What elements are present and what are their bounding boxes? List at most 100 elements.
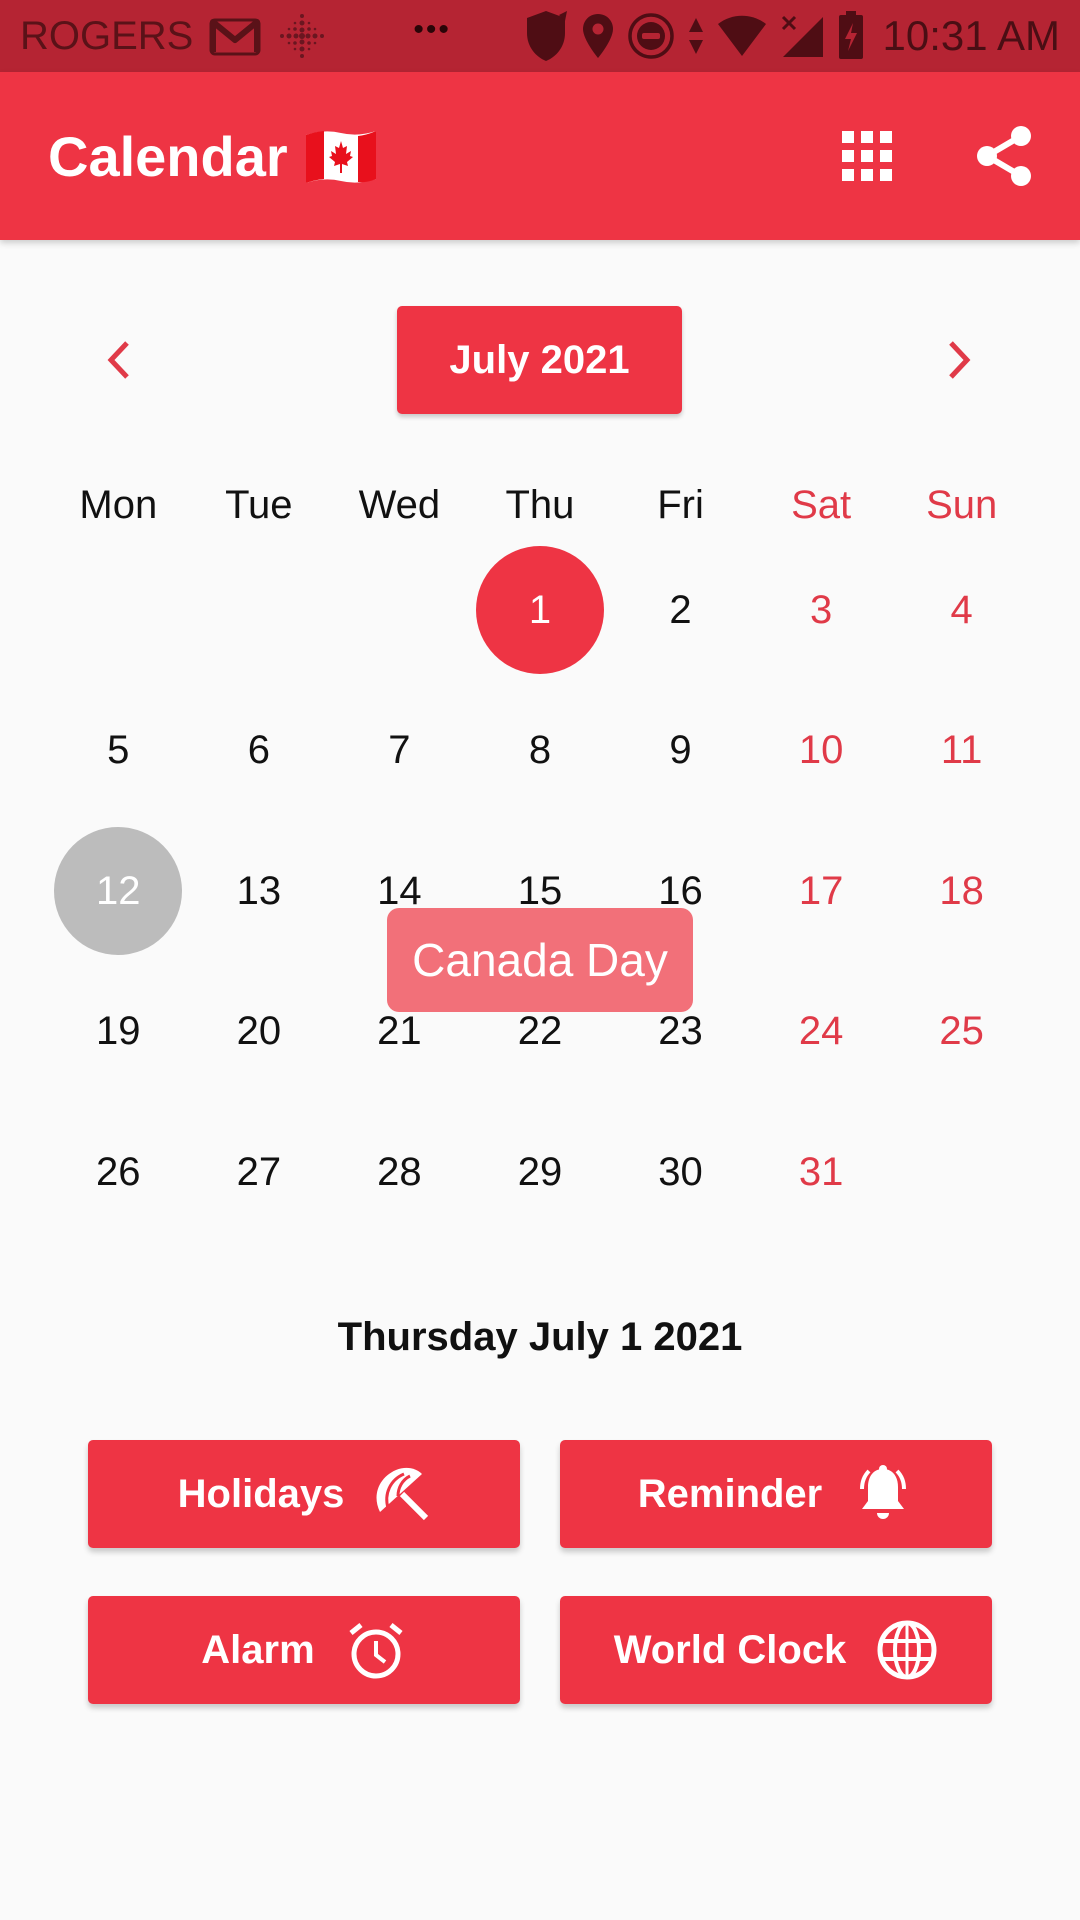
day-number: 1 — [528, 587, 552, 632]
app-notification-icon — [277, 11, 327, 61]
holidays-button[interactable]: Holidays — [88, 1440, 520, 1548]
share-icon — [977, 126, 1031, 186]
day-number: 19 — [96, 1009, 141, 1054]
gmail-icon — [209, 16, 261, 56]
battery-charging-icon — [837, 11, 865, 61]
day-cell[interactable]: 17 — [751, 821, 892, 962]
status-time: 10:31 AM — [882, 12, 1060, 59]
globe-icon — [877, 1620, 937, 1680]
next-month-button[interactable] — [928, 328, 992, 392]
day-number: 13 — [236, 868, 282, 913]
holidays-button-label: Holidays — [177, 1471, 345, 1516]
day-cell-today[interactable]: 12 — [48, 821, 189, 962]
weekday-tue: Tue — [225, 483, 293, 527]
day-cell[interactable]: 13 — [189, 821, 330, 962]
calendar-grid: 1 2 3 4 5 6 7 8 9 10 11 12 13 14 15 16 17 18 19 20 21 22 23 24 2… — [48, 540, 1032, 1243]
day-number: 5 — [107, 728, 130, 773]
day-number: 23 — [658, 1009, 703, 1054]
day-cell[interactable]: 25 — [891, 962, 1032, 1103]
carrier-name: ROGERS — [20, 13, 194, 58]
day-number: 16 — [658, 868, 703, 913]
data-transfer-icon — [687, 16, 705, 56]
holiday-tooltip: Canada Day — [387, 908, 693, 1012]
app-title-container: Calendar — [48, 124, 842, 189]
day-cell[interactable]: 20 — [189, 962, 330, 1103]
day-number: 20 — [236, 1009, 282, 1054]
day-cell[interactable]: 18 — [891, 821, 1032, 962]
day-number: 2 — [669, 587, 692, 632]
more-notifications-icon: ••• — [413, 13, 451, 46]
day-cell[interactable]: 31 — [751, 1102, 892, 1243]
empty-day-cell — [329, 540, 470, 681]
day-number: 7 — [388, 728, 411, 773]
day-number: 26 — [96, 1149, 141, 1194]
day-number: 28 — [377, 1149, 422, 1194]
wifi-icon — [717, 14, 767, 58]
day-cell[interactable]: 24 — [751, 962, 892, 1103]
day-cell[interactable]: 4 — [891, 540, 1032, 681]
alarm-button[interactable]: Alarm — [88, 1596, 520, 1704]
day-cell[interactable]: 19 — [48, 962, 189, 1103]
day-number: 25 — [939, 1009, 984, 1054]
day-number: 4 — [950, 587, 973, 632]
weekday-mon: Mon — [79, 483, 158, 527]
weekday-fri: Fri — [657, 483, 704, 527]
status-bar: ROGERS ••• 10:31 AM — [0, 0, 1080, 72]
day-cell[interactable]: 3 — [751, 540, 892, 681]
day-cell[interactable]: 27 — [189, 1102, 330, 1243]
day-cell[interactable]: 28 — [329, 1102, 470, 1243]
day-cell[interactable]: 6 — [189, 681, 330, 822]
day-number: 8 — [528, 728, 552, 773]
world-clock-button[interactable]: World Clock — [560, 1596, 992, 1704]
day-number: 22 — [517, 1009, 563, 1054]
day-cell[interactable]: 30 — [610, 1102, 751, 1243]
empty-day-cell — [189, 540, 330, 681]
day-number: 6 — [247, 728, 270, 773]
apps-grid-button[interactable] — [842, 131, 892, 181]
month-picker-button[interactable]: July 2021 — [397, 306, 682, 414]
day-number: 24 — [798, 1009, 844, 1054]
day-number: 18 — [939, 868, 984, 913]
chevron-right-icon — [949, 341, 971, 379]
reminder-button-label: Reminder — [637, 1471, 823, 1516]
day-cell[interactable]: 7 — [329, 681, 470, 822]
day-number: 9 — [669, 728, 692, 773]
chevron-left-icon — [107, 341, 129, 379]
previous-month-button[interactable] — [86, 328, 150, 392]
empty-day-cell — [48, 540, 189, 681]
day-cell-selected[interactable]: 1 — [470, 540, 611, 681]
day-cell[interactable]: 2 — [610, 540, 751, 681]
bell-ringing-icon — [860, 1465, 907, 1519]
day-cell[interactable]: 11 — [891, 681, 1032, 822]
weekday-header: Mon Tue Wed Thu Fri Sat Sun — [48, 470, 1032, 540]
day-number: 21 — [377, 1009, 422, 1054]
weekday-wed: Wed — [358, 483, 441, 527]
day-number: 27 — [236, 1149, 282, 1194]
alarm-button-label: Alarm — [201, 1627, 315, 1672]
beach-umbrella-icon — [376, 1467, 429, 1521]
day-cell[interactable]: 10 — [751, 681, 892, 822]
day-number: 31 — [798, 1149, 844, 1194]
day-number: 29 — [517, 1149, 563, 1194]
day-number: 11 — [940, 728, 983, 773]
app-bar: Calendar — [0, 72, 1080, 240]
selected-date-label: Thursday July 1 2021 — [337, 1315, 743, 1359]
reminder-button[interactable]: Reminder — [560, 1440, 992, 1548]
day-cell[interactable]: 29 — [470, 1102, 611, 1243]
day-number: 30 — [658, 1149, 703, 1194]
day-cell[interactable]: 5 — [48, 681, 189, 822]
day-number: 10 — [798, 728, 844, 773]
world-clock-button-label: World Clock — [613, 1627, 847, 1672]
canada-flag-icon — [304, 129, 378, 183]
day-number: 3 — [809, 587, 833, 632]
day-number: 12 — [96, 868, 141, 913]
day-cell[interactable]: 26 — [48, 1102, 189, 1243]
weekday-sat: Sat — [791, 483, 852, 527]
grid-icon — [842, 131, 892, 181]
day-cell[interactable]: 9 — [610, 681, 751, 822]
action-buttons: Holidays Reminder Alarm World Clock — [88, 1440, 992, 1704]
day-cell[interactable]: 8 — [470, 681, 611, 822]
no-signal-icon — [779, 13, 825, 59]
app-title: Calendar — [48, 124, 288, 188]
share-button[interactable] — [976, 125, 1032, 187]
